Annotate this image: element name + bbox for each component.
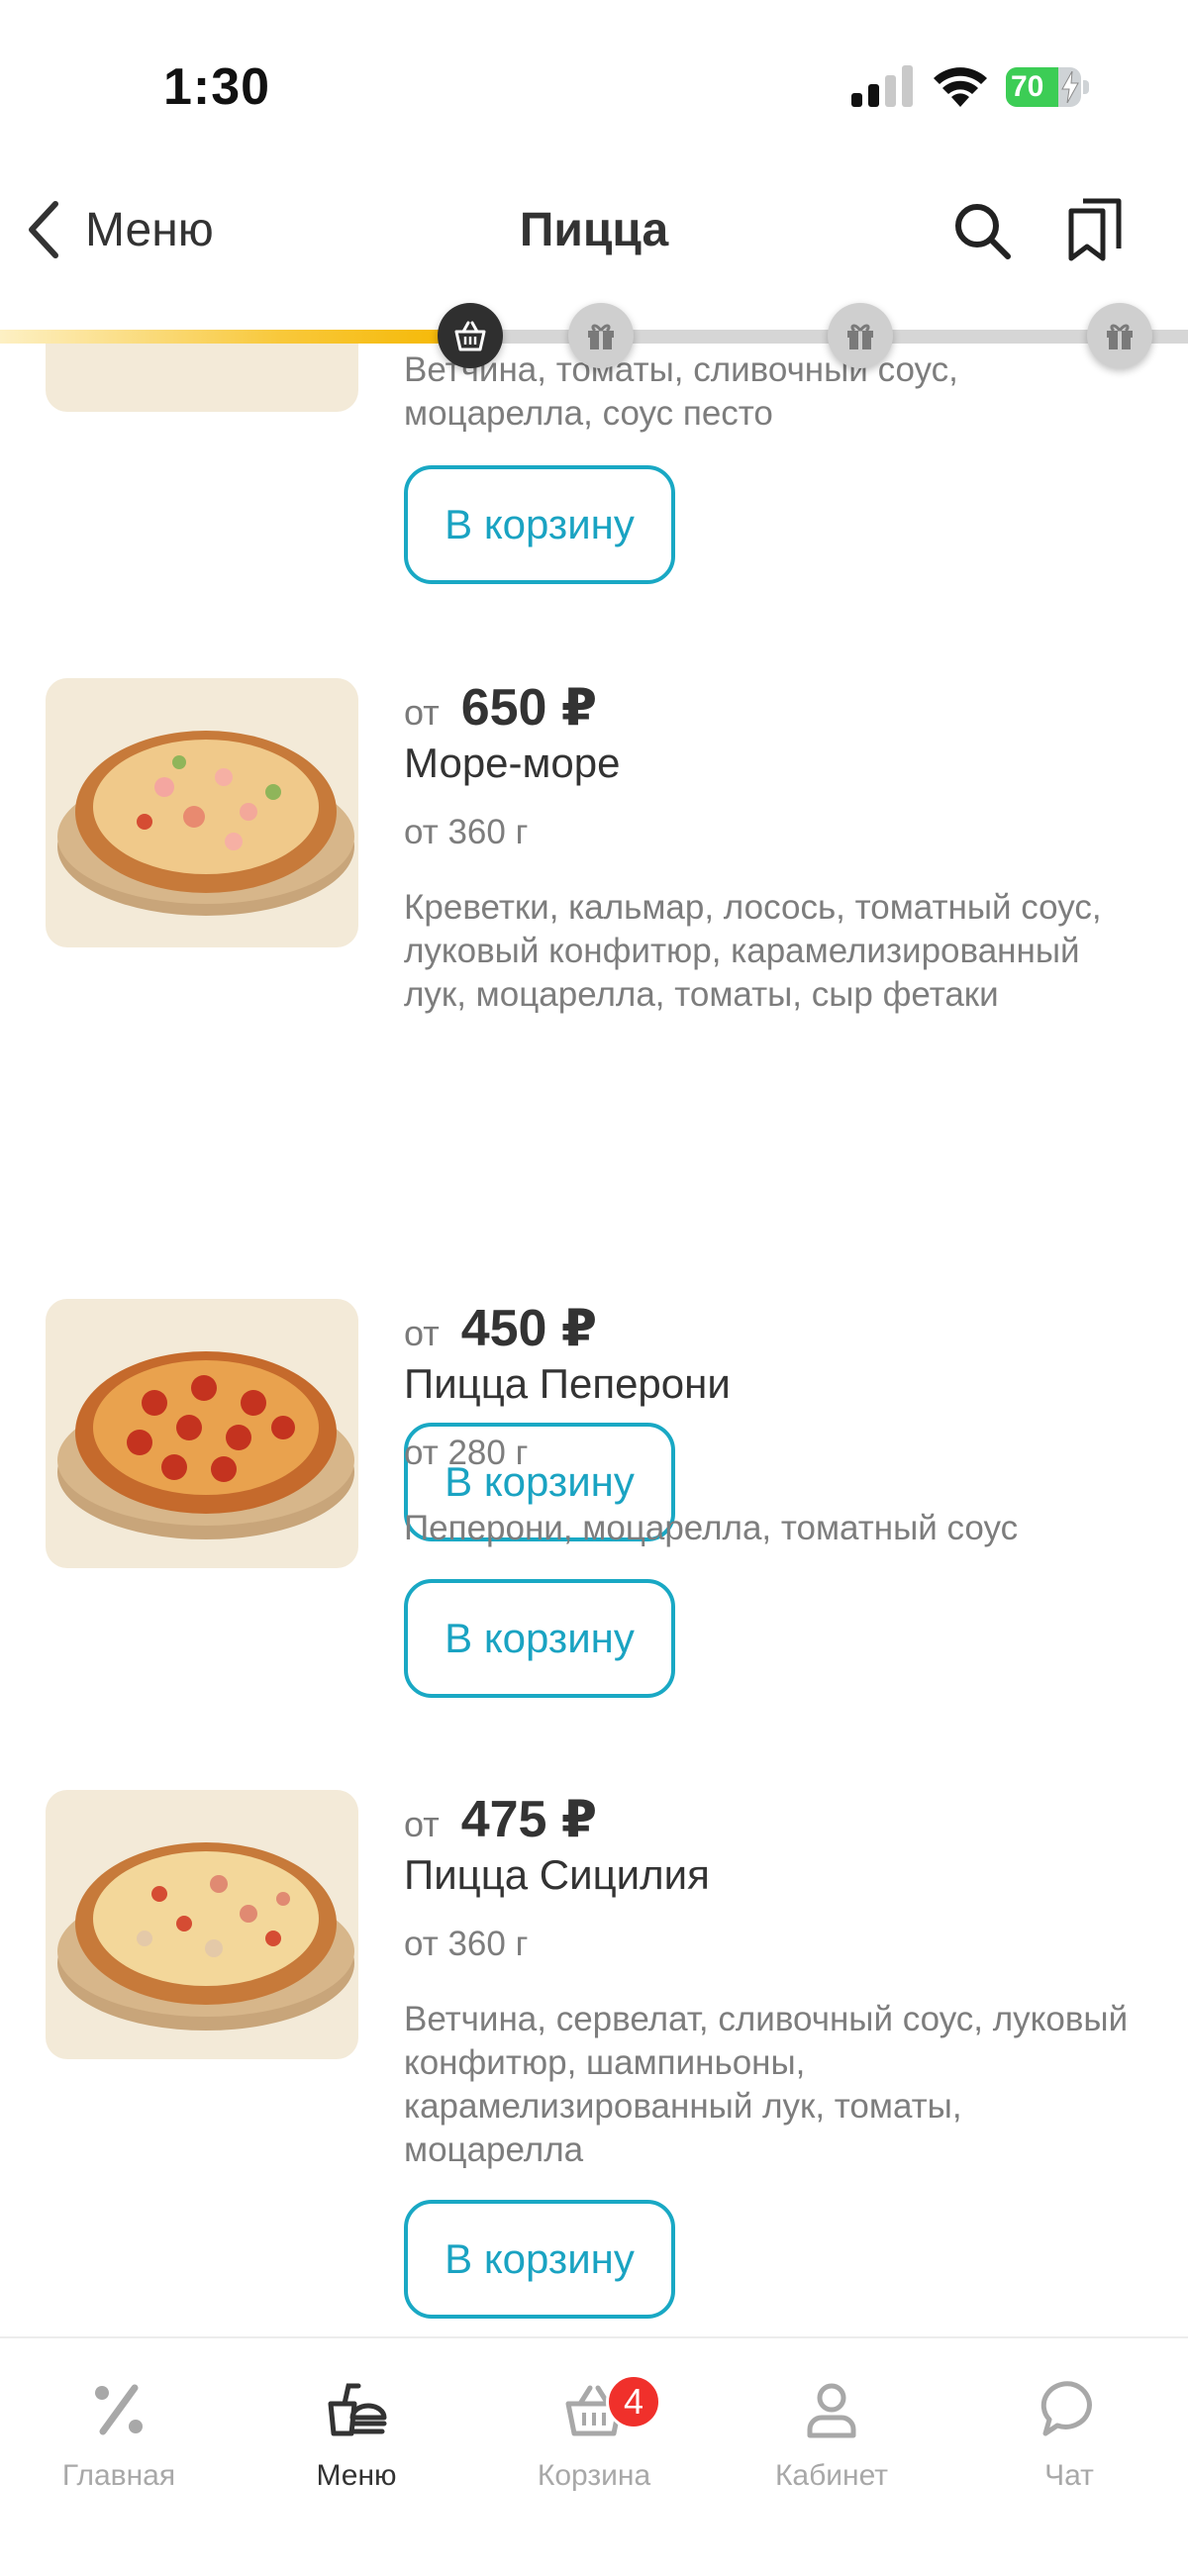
price-prefix: от (404, 692, 440, 733)
product-image[interactable] (46, 678, 358, 947)
bonus-progress (0, 297, 1188, 376)
progress-fill (0, 330, 469, 344)
nav-header: Меню Пицца (0, 173, 1188, 302)
search-icon[interactable] (950, 199, 1014, 262)
product-price: 650 ₽ (460, 679, 598, 737)
menu-food-icon (328, 2383, 387, 2436)
price-prefix: от (404, 1804, 440, 1844)
chat-icon (1040, 2381, 1092, 2436)
back-label: Меню (85, 203, 214, 256)
price-prefix: от (404, 1313, 440, 1353)
product-weight: от 360 г (404, 1925, 529, 1963)
product-list[interactable]: Ветчина, томаты, сливочный соус, моцарел… (0, 337, 1188, 2336)
wifi-icon (934, 67, 987, 107)
tab-label: Главная (61, 2459, 176, 2492)
product-name[interactable]: Пицца Пеперони (404, 1360, 731, 1408)
tab-cart[interactable]: 4 Корзина (475, 2374, 713, 2526)
milestone-gift[interactable] (1087, 303, 1152, 368)
product-image[interactable] (46, 1790, 358, 2059)
profile-icon (807, 2383, 856, 2438)
add-to-cart-button[interactable]: В корзину (404, 2200, 675, 2319)
product-description: Ветчина, сервелат, сливочный соус, луков… (404, 2000, 1129, 2169)
tab-bar: Главная Меню 4 Корзина Кабинет Чат (0, 2336, 1188, 2576)
battery-level: 70 (1011, 70, 1044, 103)
product-description: Креветки, кальмар, лосось, томатный соус… (404, 888, 1102, 1014)
tab-label: Меню (316, 2459, 397, 2492)
product-price: 475 ₽ (460, 1791, 598, 1848)
tab-chat[interactable]: Чат (950, 2378, 1188, 2526)
product-description: Пеперони, моцарелла, томатный соус (404, 1509, 1019, 1547)
tab-home[interactable]: Главная (0, 2378, 238, 2526)
milestone-gift[interactable] (828, 303, 893, 368)
product-weight: от 280 г (404, 1434, 529, 1472)
add-to-cart-button[interactable]: В корзину (404, 465, 675, 584)
cellular-signal-icon (851, 65, 913, 107)
product-image[interactable] (46, 1299, 358, 1568)
bookmark-icon[interactable] (1065, 197, 1125, 262)
product-price: 450 ₽ (460, 1300, 598, 1357)
tab-label: Чат (1044, 2459, 1094, 2492)
status-time: 1:30 (163, 58, 271, 116)
gift-icon (588, 324, 614, 349)
battery-indicator: 70 (1006, 67, 1089, 107)
tab-menu[interactable]: Меню (238, 2378, 475, 2526)
percent-icon (95, 2384, 143, 2435)
tab-label: Корзина (537, 2459, 651, 2492)
add-to-cart-button[interactable]: В корзину (404, 1579, 675, 1698)
product-weight: от 360 г (404, 813, 529, 851)
milestone-basket[interactable] (438, 303, 503, 368)
charging-bolt-icon (1061, 71, 1079, 103)
product-name[interactable]: Море-море (404, 740, 620, 787)
basket-icon (454, 321, 486, 351)
tab-label: Кабинет (774, 2459, 889, 2492)
product-name[interactable]: Пицца Сицилия (404, 1851, 710, 1899)
tab-profile[interactable]: Кабинет (713, 2378, 950, 2526)
gift-icon (1107, 324, 1133, 349)
gift-icon (847, 324, 873, 349)
milestone-gift[interactable] (568, 303, 634, 368)
chevron-left-icon (29, 201, 58, 258)
status-bar: 1:30 70 (0, 0, 1188, 168)
back-button[interactable]: Меню (24, 195, 214, 264)
cart-badge: 4 (606, 2374, 661, 2429)
